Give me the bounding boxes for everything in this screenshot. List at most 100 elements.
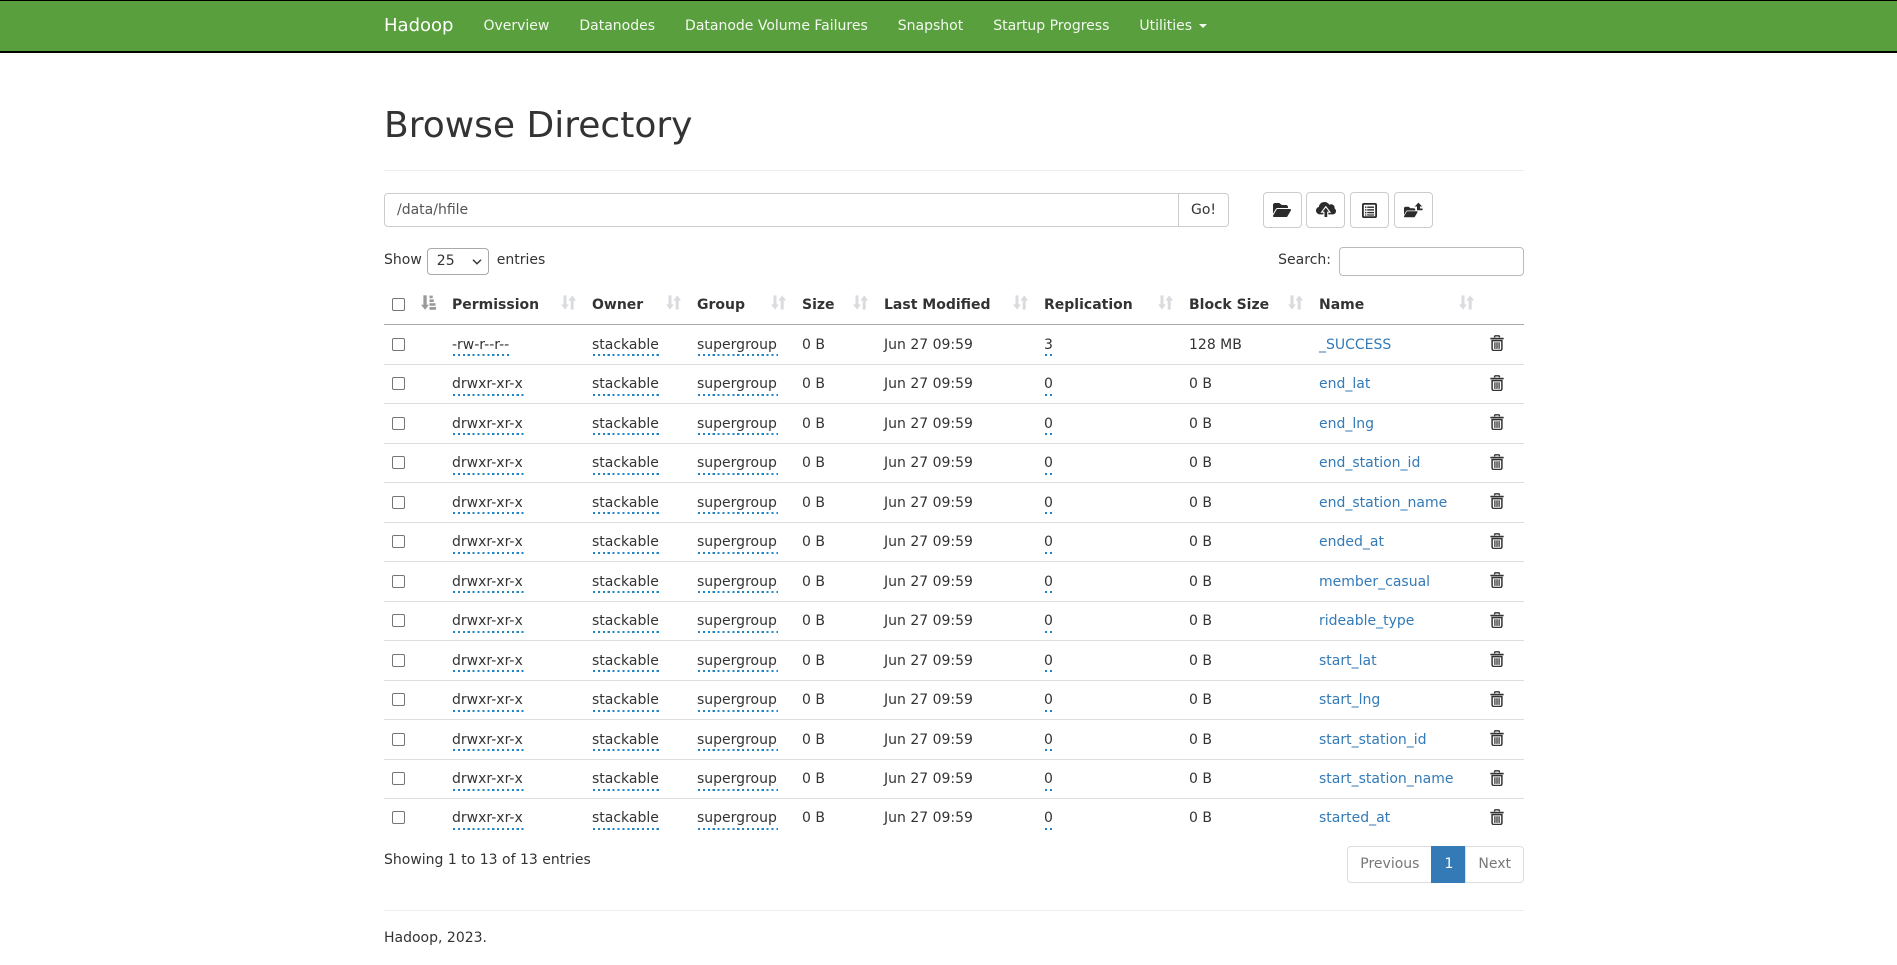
permission-value[interactable]: drwxr-xr-x bbox=[452, 376, 523, 392]
row-checkbox[interactable] bbox=[392, 535, 405, 548]
delete-button[interactable] bbox=[1490, 572, 1504, 589]
permission-value[interactable]: drwxr-xr-x bbox=[452, 732, 523, 748]
permission-value[interactable]: -rw-r--r-- bbox=[452, 337, 509, 353]
select-all-checkbox[interactable] bbox=[392, 298, 405, 311]
column-header-name[interactable]: Name bbox=[1311, 288, 1482, 324]
delete-button[interactable] bbox=[1490, 612, 1504, 629]
permission-value[interactable]: drwxr-xr-x bbox=[452, 416, 523, 432]
file-link[interactable]: member_casual bbox=[1319, 574, 1430, 590]
sort-icon[interactable] bbox=[666, 295, 681, 317]
delete-button[interactable] bbox=[1490, 414, 1504, 431]
row-checkbox[interactable] bbox=[392, 575, 405, 588]
replication-value[interactable]: 0 bbox=[1044, 534, 1053, 550]
delete-button[interactable] bbox=[1490, 454, 1504, 471]
permission-value[interactable]: drwxr-xr-x bbox=[452, 771, 523, 787]
row-checkbox[interactable] bbox=[392, 811, 405, 824]
group-value[interactable]: supergroup bbox=[697, 732, 777, 748]
nav-item-snapshot[interactable]: Snapshot bbox=[883, 1, 978, 51]
sort-icon[interactable] bbox=[853, 295, 868, 317]
permission-value[interactable]: drwxr-xr-x bbox=[452, 534, 523, 550]
list-view-button[interactable] bbox=[1350, 192, 1389, 228]
permission-value[interactable]: drwxr-xr-x bbox=[452, 613, 523, 629]
file-link[interactable]: start_lat bbox=[1319, 653, 1377, 669]
group-value[interactable]: supergroup bbox=[697, 810, 777, 826]
file-link[interactable]: start_station_id bbox=[1319, 732, 1427, 748]
file-link[interactable]: rideable_type bbox=[1319, 613, 1414, 629]
delete-button[interactable] bbox=[1490, 651, 1504, 668]
row-checkbox[interactable] bbox=[392, 496, 405, 509]
replication-value[interactable]: 0 bbox=[1044, 376, 1053, 392]
owner-value[interactable]: stackable bbox=[592, 653, 659, 669]
column-header-size[interactable]: Size bbox=[794, 288, 876, 324]
file-link[interactable]: _SUCCESS bbox=[1319, 337, 1391, 353]
file-link[interactable]: start_station_name bbox=[1319, 771, 1454, 787]
replication-value[interactable]: 0 bbox=[1044, 416, 1053, 432]
delete-button[interactable] bbox=[1490, 375, 1504, 392]
group-value[interactable]: supergroup bbox=[697, 692, 777, 708]
owner-value[interactable]: stackable bbox=[592, 613, 659, 629]
column-header-block-size[interactable]: Block Size bbox=[1181, 288, 1311, 324]
sort-icon[interactable] bbox=[1158, 295, 1173, 317]
replication-value[interactable]: 0 bbox=[1044, 613, 1053, 629]
group-value[interactable]: supergroup bbox=[697, 574, 777, 590]
column-header-replication[interactable]: Replication bbox=[1036, 288, 1181, 324]
file-link[interactable]: end_station_id bbox=[1319, 455, 1420, 471]
owner-value[interactable]: stackable bbox=[592, 810, 659, 826]
file-link[interactable]: start_lng bbox=[1319, 692, 1380, 708]
permission-value[interactable]: drwxr-xr-x bbox=[452, 495, 523, 511]
row-checkbox[interactable] bbox=[392, 693, 405, 706]
go-button[interactable]: Go! bbox=[1178, 193, 1229, 227]
group-value[interactable]: supergroup bbox=[697, 613, 777, 629]
sort-icon[interactable] bbox=[1013, 295, 1028, 317]
group-value[interactable]: supergroup bbox=[697, 455, 777, 471]
upload-file-button[interactable] bbox=[1306, 192, 1345, 228]
owner-value[interactable]: stackable bbox=[592, 534, 659, 550]
replication-value[interactable]: 0 bbox=[1044, 692, 1053, 708]
file-link[interactable]: end_lng bbox=[1319, 416, 1374, 432]
column-header-last-modified[interactable]: Last Modified bbox=[876, 288, 1036, 324]
search-input[interactable] bbox=[1339, 247, 1524, 276]
column-header-owner[interactable]: Owner bbox=[584, 288, 689, 324]
row-checkbox[interactable] bbox=[392, 417, 405, 430]
delete-button[interactable] bbox=[1490, 493, 1504, 510]
nav-item-datanodes[interactable]: Datanodes bbox=[564, 1, 670, 51]
replication-value[interactable]: 0 bbox=[1044, 455, 1053, 471]
replication-value[interactable]: 0 bbox=[1044, 495, 1053, 511]
sort-amount-icon[interactable] bbox=[421, 295, 436, 317]
group-value[interactable]: supergroup bbox=[697, 337, 777, 353]
permission-value[interactable]: drwxr-xr-x bbox=[452, 574, 523, 590]
create-folder-button[interactable] bbox=[1394, 192, 1433, 228]
nav-item-startup-progress[interactable]: Startup Progress bbox=[978, 1, 1124, 51]
sort-icon[interactable] bbox=[771, 295, 786, 317]
group-value[interactable]: supergroup bbox=[697, 416, 777, 432]
owner-value[interactable]: stackable bbox=[592, 416, 659, 432]
owner-value[interactable]: stackable bbox=[592, 376, 659, 392]
column-header-permission[interactable]: Permission bbox=[444, 288, 584, 324]
replication-value[interactable]: 0 bbox=[1044, 653, 1053, 669]
permission-value[interactable]: drwxr-xr-x bbox=[452, 810, 523, 826]
nav-item-utilities[interactable]: Utilities bbox=[1124, 1, 1222, 51]
group-value[interactable]: supergroup bbox=[697, 534, 777, 550]
group-value[interactable]: supergroup bbox=[697, 376, 777, 392]
file-link[interactable]: started_at bbox=[1319, 810, 1390, 826]
delete-button[interactable] bbox=[1490, 809, 1504, 826]
replication-value[interactable]: 0 bbox=[1044, 732, 1053, 748]
delete-button[interactable] bbox=[1490, 691, 1504, 708]
owner-value[interactable]: stackable bbox=[592, 455, 659, 471]
owner-value[interactable]: stackable bbox=[592, 337, 659, 353]
row-checkbox[interactable] bbox=[392, 772, 405, 785]
group-value[interactable]: supergroup bbox=[697, 771, 777, 787]
row-checkbox[interactable] bbox=[392, 456, 405, 469]
replication-value[interactable]: 0 bbox=[1044, 771, 1053, 787]
page-size-select[interactable]: 25 bbox=[427, 248, 489, 275]
owner-value[interactable]: stackable bbox=[592, 574, 659, 590]
delete-button[interactable] bbox=[1490, 730, 1504, 747]
file-link[interactable]: end_lat bbox=[1319, 376, 1370, 392]
sort-icon[interactable] bbox=[1459, 295, 1474, 317]
permission-value[interactable]: drwxr-xr-x bbox=[452, 455, 523, 471]
row-checkbox[interactable] bbox=[392, 654, 405, 667]
sort-icon[interactable] bbox=[561, 295, 576, 317]
sort-icon[interactable] bbox=[1288, 295, 1303, 317]
column-header-group[interactable]: Group bbox=[689, 288, 794, 324]
open-folder-button[interactable] bbox=[1263, 192, 1302, 228]
